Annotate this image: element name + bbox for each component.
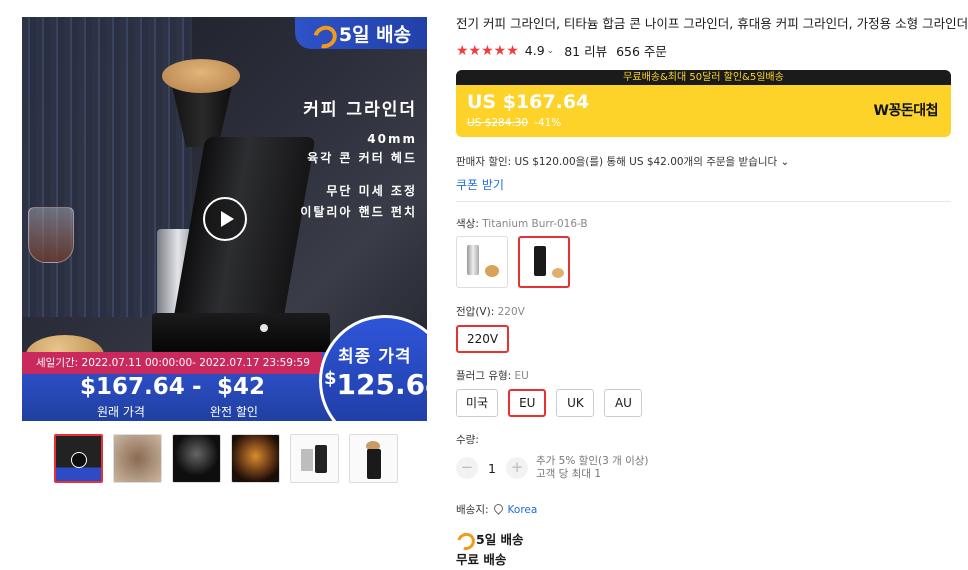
quantity-value[interactable]: 1 (478, 461, 506, 476)
discount-percent: -41% (534, 117, 562, 129)
increase-quantity-button[interactable]: + (506, 457, 528, 479)
color-option-black[interactable] (518, 236, 570, 288)
hero-feature-adjust: 무단 미세 조정 (326, 184, 417, 198)
thumbnail-burr-gold[interactable] (231, 434, 280, 483)
seller-discount[interactable]: 판매자 할인: US $120.00을(를) 통해 US $42.00개의 주문… (456, 154, 789, 169)
max-per-customer-note: 고객 당 최대 1 (536, 468, 601, 480)
hero-spec-cutter: 육각 콘 커터 헤드 (307, 151, 417, 165)
plug-value: EU (514, 370, 529, 382)
delivery-badge-text: 5일 배송 (338, 23, 412, 46)
grinder-button-graphic (260, 324, 268, 332)
thumbnail-burr-dark[interactable] (172, 434, 221, 483)
color-label: 색상: Titanium Burr-016-B (456, 216, 588, 231)
promo-discount: $42 (217, 374, 266, 400)
rating-row: ★★★★★ 4.9 ⌄ 81 리뷰 656 주문 (456, 41, 667, 60)
plug-option-eu[interactable]: EU (508, 389, 547, 417)
voltage-label: 전압(V): 220V (456, 304, 525, 319)
price-card: 무료배송&최대 50달러 할인&5일배송 US $167.64 US $284.… (456, 70, 951, 137)
final-price-value: $125.64 (324, 368, 427, 401)
current-price: US $167.64 (467, 91, 590, 113)
review-count[interactable]: 81 리뷰 (564, 41, 607, 60)
delivery-time: 5일 배송 (456, 529, 524, 548)
color-option-silver[interactable] (456, 236, 508, 288)
rating-value[interactable]: 4.9 (525, 43, 545, 58)
free-shipping: 무료 배송 (456, 552, 507, 567)
delivery-badge: 5일 배송 (295, 17, 427, 49)
thumbnail-hand-grind[interactable] (113, 434, 162, 483)
final-price-badge: 최종 가격 $125.64 (319, 315, 427, 421)
hero-title: 커피 그라인더 (303, 100, 417, 120)
hero-feature-punch: 이탈리아 핸드 펀치 (300, 205, 417, 219)
plug-label: 플러그 유형: EU (456, 368, 529, 383)
grinder-lid-graphic (162, 59, 240, 93)
color-label-text: 색상: (456, 218, 479, 230)
voltage-option-220v[interactable]: 220V (456, 325, 510, 353)
location-pin-icon (494, 504, 503, 515)
voltage-options: 220V (456, 325, 510, 353)
seller-discount-text: 판매자 할인: US $120.00을(를) 통해 US $42.00개의 주문… (456, 156, 778, 168)
color-value: Titanium Burr-016-B (482, 218, 588, 230)
quantity-note: 추가 5% 할인(3 개 이상) 고객 당 최대 1 (536, 455, 649, 481)
thumbnail-strip (54, 434, 398, 483)
grinder-base-graphic (152, 313, 330, 353)
plug-options: 미국 EU UK AU (456, 389, 643, 417)
plug-option-us[interactable]: 미국 (456, 389, 499, 417)
voltage-label-text: 전압(V): (456, 306, 495, 318)
coffee-cup-graphic (28, 207, 74, 263)
hero-spec-size: 40mm (367, 132, 417, 146)
delivery-logo-icon (456, 532, 472, 546)
final-price-amount: 125.64 (336, 368, 427, 401)
delivery-logo-icon (311, 24, 333, 42)
promo-discount-label: 완전 할인 (210, 405, 258, 419)
thumbnail-black-grinder[interactable] (349, 434, 398, 483)
promo-strip: 무료배송&최대 50달러 할인&5일배송 (456, 70, 951, 85)
ship-to-label: 배송지: (456, 504, 489, 516)
coupon-link[interactable]: 쿠폰 받기 (456, 176, 504, 193)
ship-to-destination[interactable]: Korea (508, 504, 538, 516)
play-video-button[interactable] (203, 197, 247, 241)
plug-option-uk[interactable]: UK (556, 389, 595, 417)
bulk-discount-note: 추가 5% 할인(3 개 이상) (536, 455, 649, 467)
plug-option-au[interactable]: AU (604, 389, 643, 417)
ship-to-row: 배송지: Korea (456, 502, 537, 517)
color-swatches (456, 236, 570, 288)
chevron-down-icon[interactable]: ⌄ (547, 46, 555, 56)
final-price-label: 최종 가격 (338, 347, 412, 367)
thumbnail-video[interactable] (54, 434, 103, 483)
decrease-quantity-button[interactable]: − (456, 457, 478, 479)
promo-original-price: $167.64 (80, 374, 185, 400)
promo-minus: - (192, 374, 202, 400)
rating-stars-icon: ★★★★★ (456, 42, 519, 59)
divider (456, 201, 951, 202)
sale-period: 세일기간: 2022.07.11 00:00:00- 2022.07.17 23… (22, 352, 322, 374)
thumbnail-two-grinders[interactable] (290, 434, 339, 483)
old-price-row: US $284.30 -41% (467, 117, 561, 129)
old-price: US $284.30 (467, 117, 529, 129)
order-count: 656 주문 (616, 44, 667, 59)
final-price-currency: $ (324, 368, 337, 389)
hero-spec-block: 40mm 육각 콘 커터 헤드 (307, 130, 417, 168)
plug-label-text: 플러그 유형: (456, 370, 512, 382)
product-main-image[interactable]: 5일 배송 커피 그라인더 40mm 육각 콘 커터 헤드 무단 미세 조정 이… (22, 17, 427, 421)
mini-play-icon (71, 452, 87, 468)
brand-logo: W꽁돈대첩 (873, 103, 939, 119)
delivery-days: 5일 배송 (476, 532, 524, 547)
voltage-value: 220V (497, 306, 525, 318)
quantity-label: 수량: (456, 434, 479, 446)
quantity-stepper: − 1 + 추가 5% 할인(3 개 이상) 고객 당 최대 1 (456, 455, 649, 481)
product-title: 전기 커피 그라인더, 티타늄 합금 콘 나이프 그라인더, 휴대용 커피 그라… (456, 16, 968, 31)
chevron-down-icon: ⌄ (780, 156, 790, 168)
hero-feature-block: 무단 미세 조정 이탈리아 핸드 펀치 (300, 181, 417, 223)
promo-original-label: 원래 가격 (97, 405, 145, 419)
